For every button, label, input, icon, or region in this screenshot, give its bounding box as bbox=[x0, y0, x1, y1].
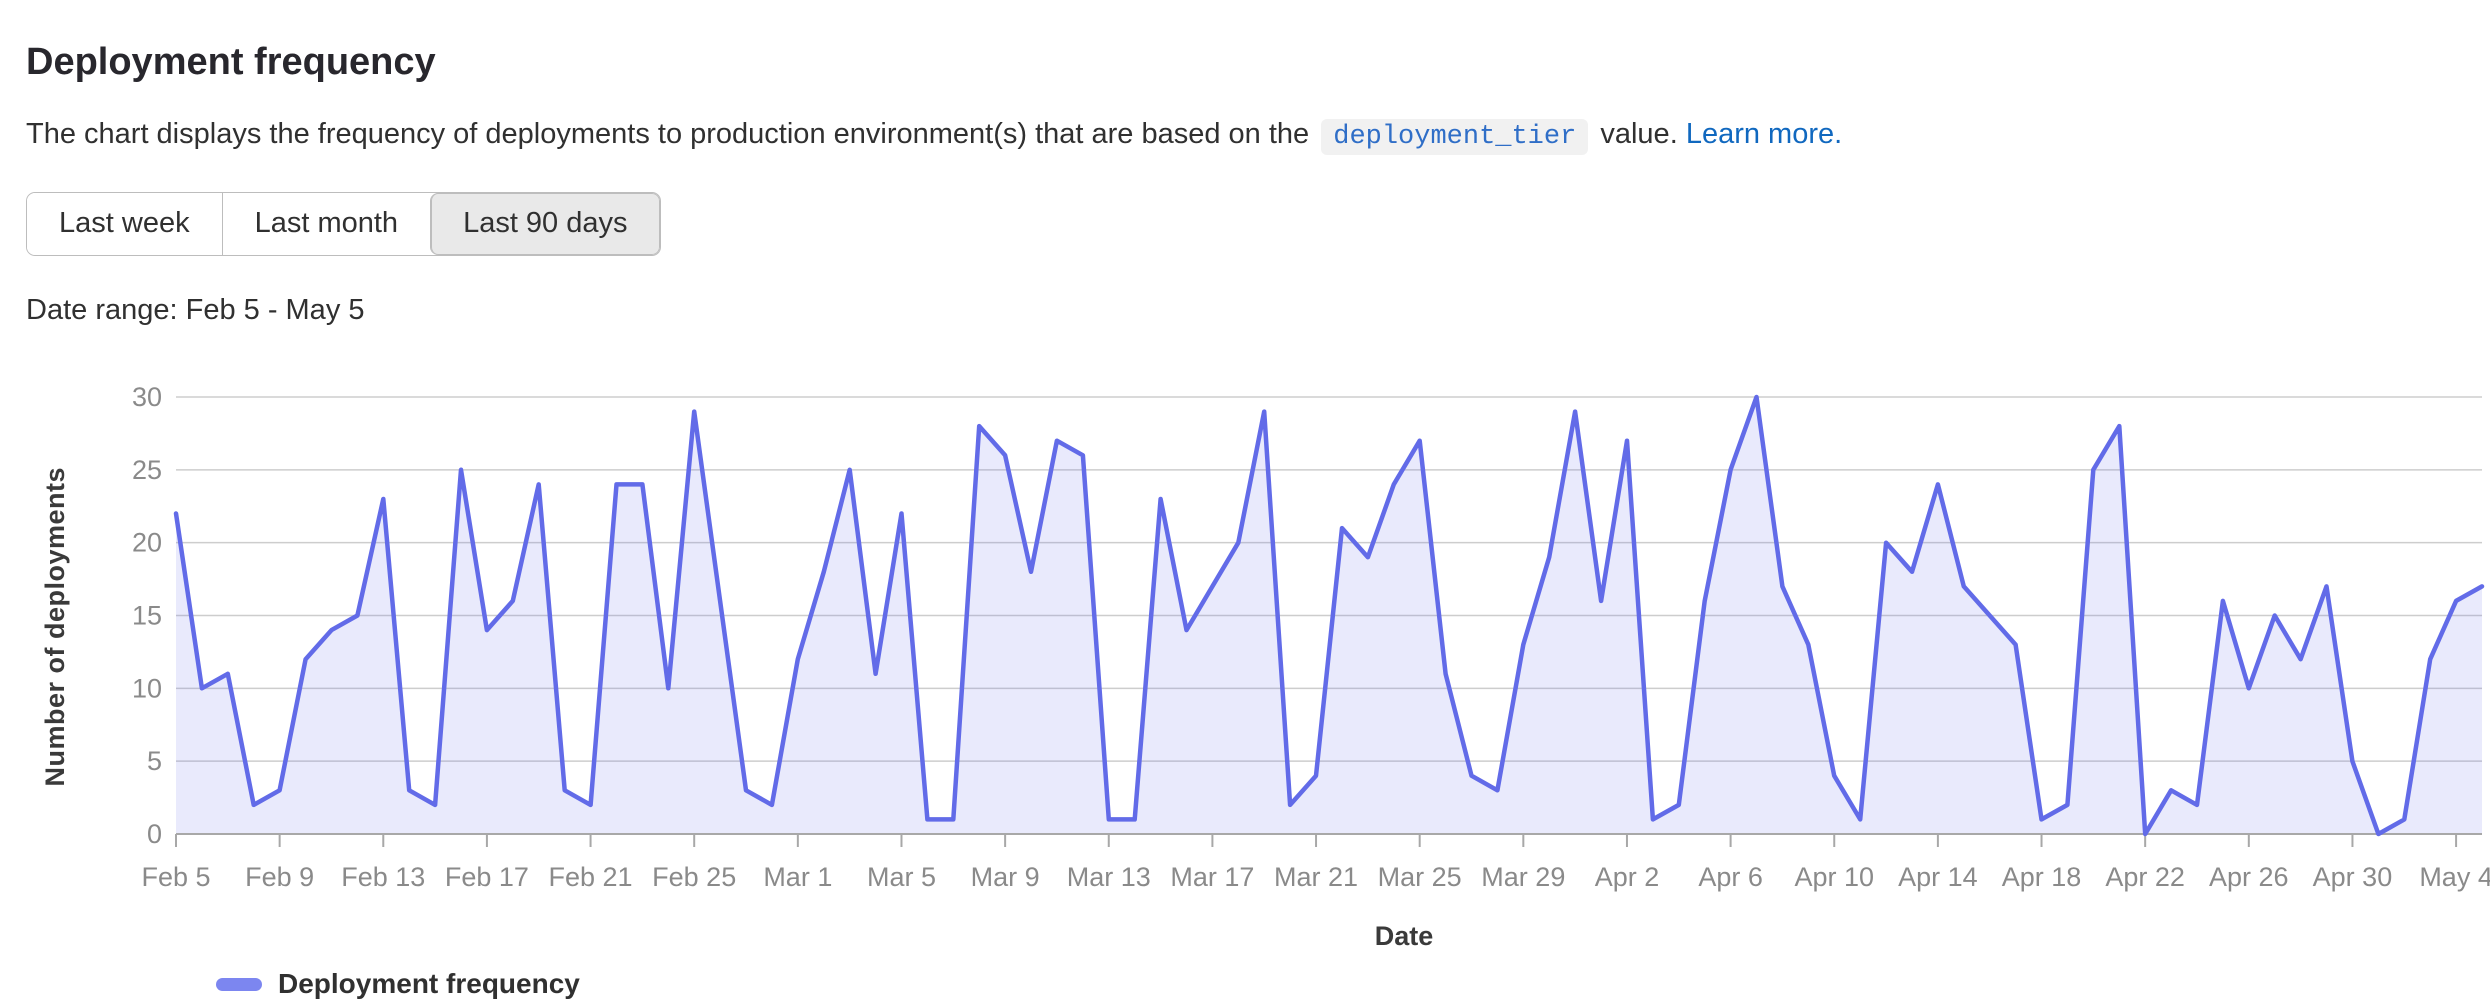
x-tick-label: Feb 13 bbox=[341, 862, 425, 892]
x-tick-label: Mar 17 bbox=[1170, 862, 1254, 892]
x-tick-label: May 4 bbox=[2419, 862, 2490, 892]
deployment-chart-svg[interactable]: 0 5 10 15 20 25 30 Feb 5 Feb 9 Feb 13 Feb 17 Feb 21… bbox=[26, 379, 2490, 919]
x-tick-label: Apr 10 bbox=[1794, 862, 1874, 892]
y-axis-title: Number of deployments bbox=[40, 467, 71, 787]
y-tick-label-10: 10 bbox=[132, 674, 162, 704]
y-tick-label-15: 15 bbox=[132, 601, 162, 631]
x-tick-label: Mar 1 bbox=[763, 862, 832, 892]
legend-series-label: Deployment frequency bbox=[278, 968, 580, 1000]
x-tick-label: Mar 21 bbox=[1274, 862, 1358, 892]
x-tick-label: Mar 13 bbox=[1067, 862, 1151, 892]
y-tick-label-30: 30 bbox=[132, 382, 162, 412]
date-range-button-group: Last week Last month Last 90 days bbox=[26, 192, 661, 256]
x-tick-label: Feb 17 bbox=[445, 862, 529, 892]
x-tick-label: Mar 25 bbox=[1378, 862, 1462, 892]
x-tick-label: Apr 14 bbox=[1898, 862, 1978, 892]
x-tick-label: Feb 21 bbox=[549, 862, 633, 892]
x-tick-label: Feb 9 bbox=[245, 862, 314, 892]
deployment-frequency-page: Deployment frequency The chart displays … bbox=[0, 0, 2490, 1000]
deployment-tier-code-chip: deployment_tier bbox=[1321, 119, 1588, 155]
x-axis-title: Date bbox=[26, 921, 2490, 952]
legend-line-marker bbox=[216, 978, 262, 991]
description-text-after: value. bbox=[1600, 118, 1677, 150]
date-range-label: Date range: Feb 5 - May 5 bbox=[26, 294, 2490, 327]
y-tick-label-20: 20 bbox=[132, 528, 162, 558]
y-tick-label-0: 0 bbox=[147, 819, 162, 849]
last-month-button[interactable]: Last month bbox=[222, 193, 430, 255]
x-tick-label: Mar 29 bbox=[1481, 862, 1565, 892]
last-90-days-button[interactable]: Last 90 days bbox=[430, 193, 659, 255]
learn-more-link[interactable]: Learn more. bbox=[1686, 118, 1842, 150]
x-tick-label: Feb 25 bbox=[652, 862, 736, 892]
x-tick-label: Apr 30 bbox=[2313, 862, 2393, 892]
x-tick-label: Apr 26 bbox=[2209, 862, 2289, 892]
page-title: Deployment frequency bbox=[26, 40, 2490, 86]
x-tick-label: Mar 9 bbox=[971, 862, 1040, 892]
x-tick-label: Apr 18 bbox=[2002, 862, 2082, 892]
x-tick-label: Apr 6 bbox=[1698, 862, 1763, 892]
x-tick-label: Apr 2 bbox=[1595, 862, 1660, 892]
y-tick-label-25: 25 bbox=[132, 455, 162, 485]
y-tick-label-5: 5 bbox=[147, 746, 162, 776]
deployment-frequency-chart: Number of deployments 0 5 10 15 20 25 30 Feb 5 F… bbox=[26, 379, 2490, 919]
chart-legend[interactable]: Deployment frequency bbox=[216, 968, 2490, 1000]
description-text-before: The chart displays the frequency of depl… bbox=[26, 118, 1309, 150]
last-week-button[interactable]: Last week bbox=[27, 193, 222, 255]
chart-description: The chart displays the frequency of depl… bbox=[26, 114, 2490, 157]
x-tick-label: Apr 22 bbox=[2105, 862, 2185, 892]
x-tick-label: Mar 5 bbox=[867, 862, 936, 892]
x-tick-label: Feb 5 bbox=[141, 862, 210, 892]
